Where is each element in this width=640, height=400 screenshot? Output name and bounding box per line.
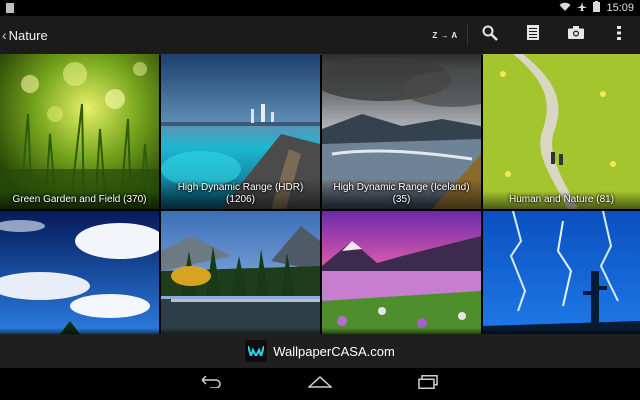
category-tile-green-garden[interactable]: Green Garden and Field (370) xyxy=(0,54,159,209)
action-bar: ‹ Nature Z → A xyxy=(0,16,640,55)
clock: 15:09 xyxy=(606,2,634,14)
category-tile-hdr[interactable]: High Dynamic Range (HDR) (1206) xyxy=(161,54,320,209)
banner-brand-text: WallpaperCASA.com xyxy=(273,343,395,359)
tile-image xyxy=(0,211,159,334)
recents-icon xyxy=(418,374,438,394)
search-icon xyxy=(482,25,498,46)
ad-banner[interactable]: WallpaperCASA.com xyxy=(0,334,640,368)
wifi-icon xyxy=(559,2,571,15)
tile-image xyxy=(322,211,481,334)
navigation-bar xyxy=(0,368,640,400)
battery-icon xyxy=(593,1,601,15)
overflow-menu-button[interactable] xyxy=(597,16,640,54)
back-button[interactable]: ‹ Nature xyxy=(2,16,48,54)
sd-card-icon xyxy=(6,3,14,13)
more-vert-icon xyxy=(616,25,621,45)
tile-image xyxy=(0,54,159,209)
category-tile-hdr-iceland[interactable]: High Dynamic Range (Iceland) (35) xyxy=(322,54,481,209)
chevron-left-icon: ‹ xyxy=(2,27,7,43)
category-tile-lightning[interactable] xyxy=(483,211,640,334)
category-tile-lake-trees[interactable] xyxy=(161,211,320,334)
category-tile-sky[interactable] xyxy=(0,211,159,334)
sort-label: Z → A xyxy=(432,30,458,40)
wallpapercasa-logo xyxy=(245,340,268,362)
back-arrow-icon xyxy=(200,375,222,393)
home-icon xyxy=(307,375,333,393)
list-view-button[interactable] xyxy=(511,16,554,54)
nav-recents-button[interactable] xyxy=(398,368,458,400)
tile-image xyxy=(483,54,640,209)
tile-image xyxy=(483,211,640,334)
tile-caption: Human and Nature (81) xyxy=(483,191,640,209)
nav-back-button[interactable] xyxy=(181,368,241,400)
tile-caption: High Dynamic Range (HDR) (1206) xyxy=(161,179,320,209)
category-tile-pink-lake[interactable] xyxy=(322,211,481,334)
tile-image xyxy=(161,211,320,334)
category-grid: Green Garden and Field (370) High Dynami… xyxy=(0,54,640,334)
airplane-icon xyxy=(577,1,588,15)
list-icon xyxy=(526,25,539,45)
tile-caption: Green Garden and Field (370) xyxy=(0,191,159,209)
search-button[interactable] xyxy=(468,16,511,54)
sort-button[interactable]: Z → A xyxy=(423,16,467,54)
category-tile-human-nature[interactable]: Human and Nature (81) xyxy=(483,54,640,209)
page-title: Nature xyxy=(8,27,48,43)
status-bar: 15:09 xyxy=(0,0,640,16)
tile-caption: High Dynamic Range (Iceland) (35) xyxy=(322,179,481,209)
nav-home-button[interactable] xyxy=(290,368,350,400)
camera-icon xyxy=(567,26,584,44)
camera-button[interactable] xyxy=(554,16,597,54)
